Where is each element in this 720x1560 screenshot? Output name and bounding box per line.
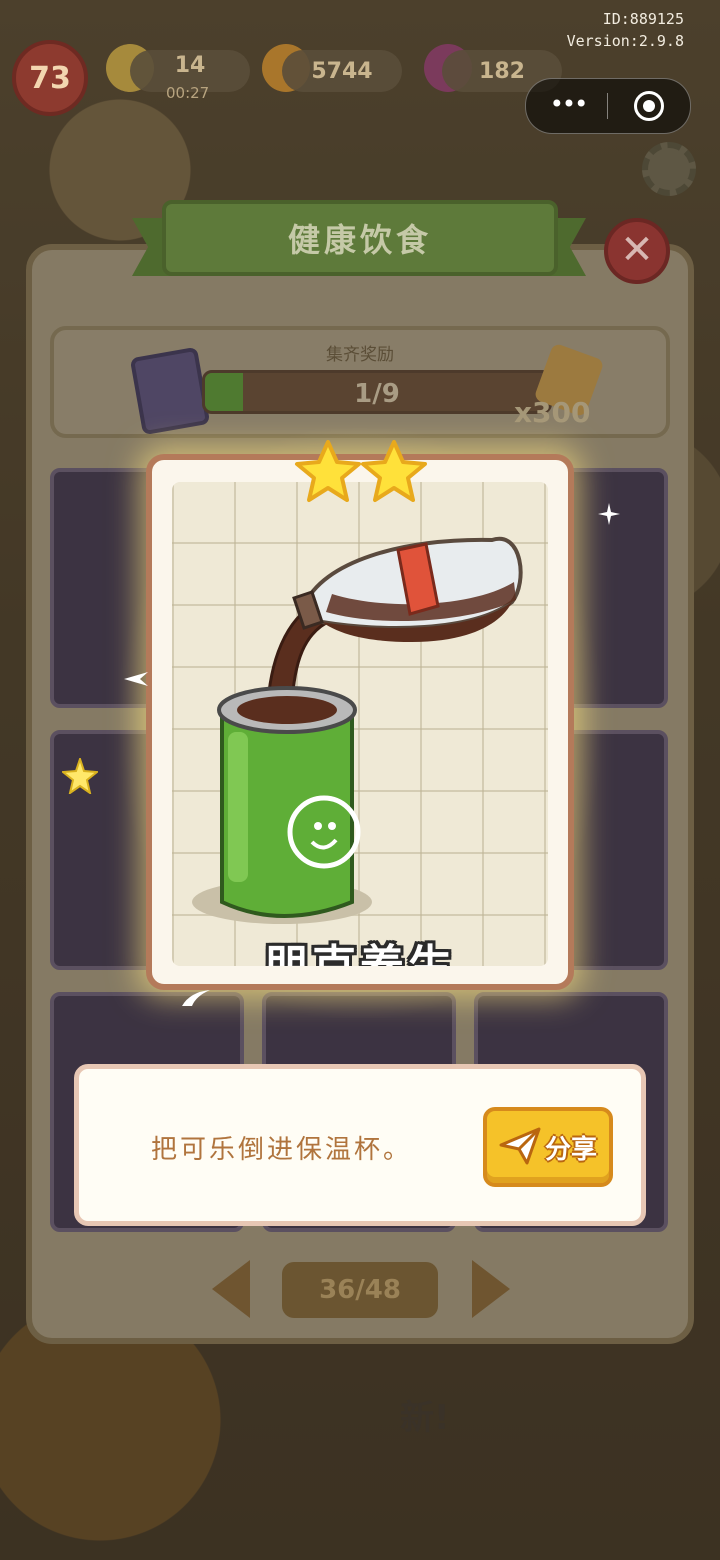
star-sparkle-icon (62, 758, 98, 794)
reward-amount: x300 (514, 396, 591, 429)
card-rarity-stars (295, 440, 427, 502)
star-icon (295, 440, 361, 502)
progress-text: 1/9 (354, 379, 400, 409)
coin-counter[interactable]: 5744 (282, 50, 402, 92)
top-hud: 73 14 00:27 5744 182 (12, 40, 572, 116)
target-icon[interactable] (634, 91, 664, 121)
close-button[interactable]: ✕ (604, 218, 670, 284)
card-illustration: 朋克养生 (172, 482, 548, 966)
version-label: Version:2.9.8 (566, 32, 684, 50)
card-description-box: 把可乐倒进保温杯。 分享 (74, 1064, 646, 1226)
new-badge: 新! (400, 1398, 450, 1438)
sparkle-icon (124, 672, 148, 686)
more-dots-icon[interactable]: ••• (548, 92, 588, 118)
star-icon (361, 440, 427, 502)
sparkle-icon (182, 990, 210, 1006)
energy-timer: 00:27 (166, 84, 210, 102)
featured-card[interactable]: 朋克养生 (146, 454, 574, 990)
gear-icon[interactable] (642, 142, 696, 196)
sparkle-icon (598, 503, 620, 525)
share-label: 分享 (545, 1135, 598, 1165)
share-button[interactable]: 分享 (483, 1107, 613, 1187)
mini-program-capsule: ••• (525, 78, 691, 134)
card-pack-icon (129, 346, 211, 436)
energy-value: 14 (174, 52, 206, 78)
card-title: 朋克养生 (172, 930, 548, 966)
collection-progress-bar: 1/9 (202, 370, 552, 414)
card-description: 把可乐倒进保温杯。 (151, 1135, 413, 1165)
panel-title: 健康饮食 (162, 200, 558, 276)
build-info: ID:889125 Version:2.9.8 (567, 8, 684, 52)
paper-plane-icon (499, 1127, 541, 1165)
close-icon: ✕ (620, 227, 654, 273)
cola-thermos-illustration (192, 536, 523, 924)
player-id: ID:889125 (602, 10, 684, 28)
capsule-divider (607, 93, 608, 119)
level-badge: 73 (12, 40, 88, 116)
collection-reward: 集齐奖励 1/9 x300 (50, 326, 670, 438)
page-indicator: 36/48 (282, 1262, 438, 1318)
